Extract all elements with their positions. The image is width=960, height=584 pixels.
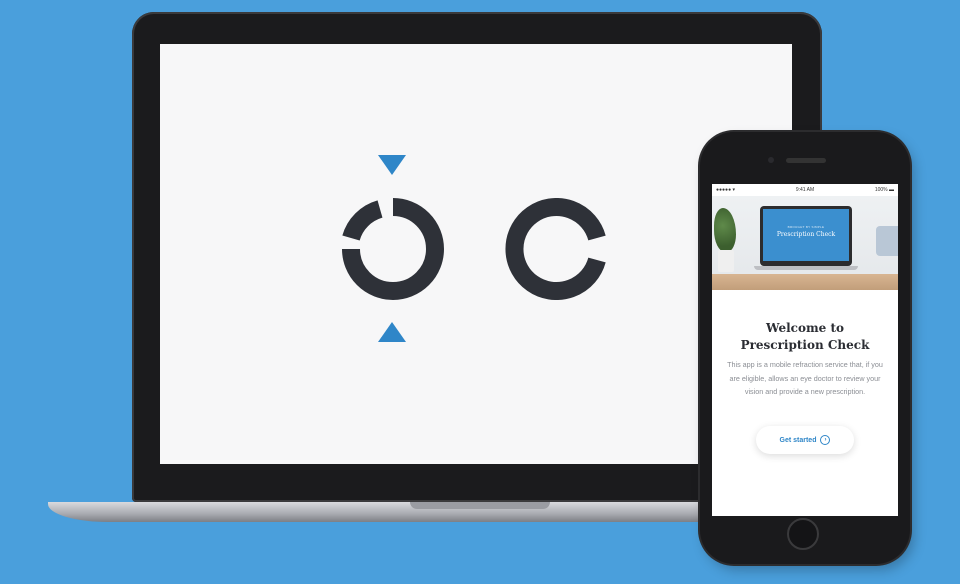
camera-icon — [768, 157, 774, 163]
welcome-title-line1: Welcome to — [765, 321, 845, 335]
pot-icon — [718, 250, 734, 272]
phone-screen: ●●●●● ▾ 9:41 AM 100% ▬ BROUGHT BY SIMPLE… — [712, 184, 898, 516]
hero-device — [876, 226, 898, 256]
arrow-circle-icon: › — [820, 435, 831, 445]
get-started-button[interactable]: Get started › — [756, 426, 854, 454]
plant-icon — [714, 208, 736, 252]
status-time: 9:41 AM — [795, 187, 815, 193]
arrow-down-icon — [378, 155, 406, 175]
hero-small-text: BROUGHT BY SIMPLE — [787, 225, 825, 229]
hero-laptop-base — [754, 266, 858, 270]
status-bar: ●●●●● ▾ 9:41 AM 100% ▬ — [712, 184, 898, 196]
hero-title: Prescription Check — [776, 231, 836, 238]
get-started-label: Get started — [779, 436, 817, 444]
hero-image: BROUGHT BY SIMPLE Prescription Check — [712, 196, 898, 290]
welcome-title: Welcome to Prescription Check — [712, 320, 898, 354]
c-ring-icon — [505, 198, 606, 300]
welcome-body: This app is a mobile refraction service … — [727, 360, 883, 396]
hero-table — [712, 274, 898, 290]
home-button[interactable] — [787, 518, 819, 550]
speaker-grille — [786, 158, 826, 163]
arrow-up-icon — [378, 322, 406, 342]
battery-icon: 100% ▬ — [874, 187, 894, 193]
laptop-screen — [160, 44, 792, 464]
hero-laptop-screen: BROUGHT BY SIMPLE Prescription Check — [763, 209, 849, 261]
laptop-notch — [410, 502, 550, 509]
landolt-ring-icon — [342, 198, 444, 300]
welcome-title-line2: Prescription Check — [740, 338, 870, 352]
